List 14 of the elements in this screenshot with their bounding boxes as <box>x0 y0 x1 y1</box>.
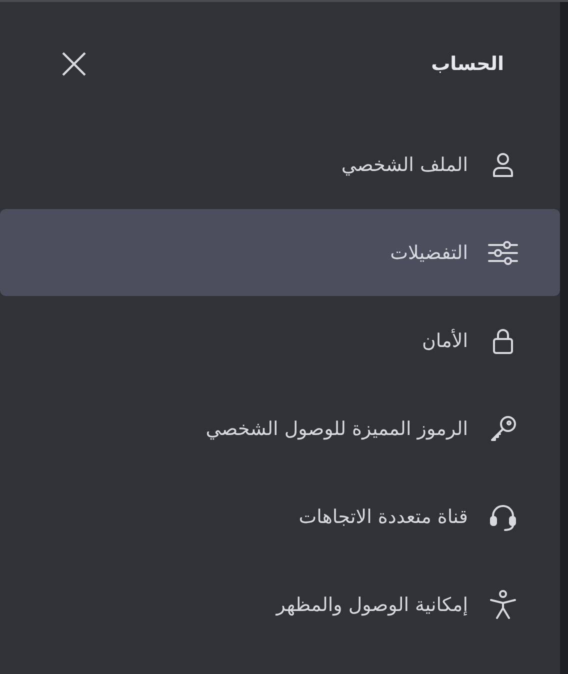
menu-item-label: الأمان <box>422 330 468 352</box>
close-icon[interactable] <box>60 50 88 78</box>
menu-item-label: الملف الشخصي <box>341 154 468 176</box>
menu-item-label: التفضيلات <box>390 242 468 264</box>
menu-item[interactable]: التفضيلات <box>0 209 560 296</box>
menu-item[interactable]: الملف الشخصي <box>0 121 560 208</box>
menu-item-label: قناة متعددة الاتجاهات <box>298 506 468 528</box>
panel-title: الحساب <box>431 53 504 75</box>
menu-item-label: الرموز المميزة للوصول الشخصي <box>206 418 468 440</box>
menu-item[interactable]: إمكانية الوصول والمظهر <box>0 561 560 648</box>
menu-item[interactable]: قناة متعددة الاتجاهات <box>0 473 560 560</box>
menu-item[interactable]: الرموز المميزة للوصول الشخصي <box>0 385 560 472</box>
menu-item[interactable]: الأمان <box>0 297 560 384</box>
menu-item-label: إمكانية الوصول والمظهر <box>276 594 468 616</box>
